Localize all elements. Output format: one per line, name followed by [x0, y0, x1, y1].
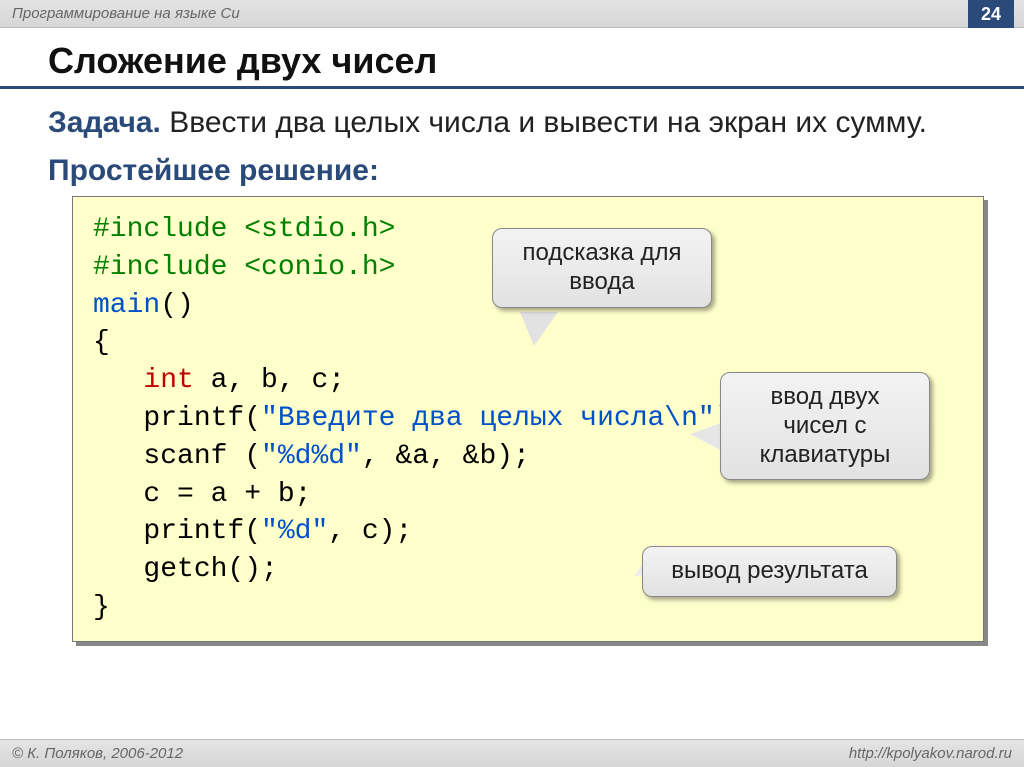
code-line-7a: scanf ( — [93, 441, 261, 472]
code-line-9b: "%d" — [261, 516, 328, 547]
title-underline — [0, 86, 1024, 89]
page-number: 24 — [968, 0, 1014, 28]
task-text: Задача. Ввести два целых числа и вывести… — [0, 103, 1024, 142]
code-line-5b: int — [143, 365, 193, 396]
slide-title: Сложение двух чисел — [0, 28, 1024, 86]
code-area: #include <stdio.h> #include <conio.h> ma… — [72, 196, 984, 642]
callout-input-two: ввод двух чисел с клавиатуры — [720, 372, 930, 480]
course-title: Программирование на языке Си — [12, 5, 240, 22]
code-line-6a: printf( — [93, 403, 261, 434]
code-line-1: #include <stdio.h> — [93, 214, 395, 245]
code-line-2: #include <conio.h> — [93, 252, 395, 283]
code-line-4: { — [93, 327, 110, 358]
footer-url: http://kpolyakov.narod.ru — [849, 745, 1012, 762]
code-line-7c: , &a, &b); — [362, 441, 530, 472]
code-line-3a: main — [93, 290, 160, 321]
code-line-5a — [93, 365, 143, 396]
code-line-8: c = a + b; — [93, 479, 311, 510]
code-line-9c: , c); — [328, 516, 412, 547]
code-line-10: getch(); — [93, 554, 278, 585]
code-line-6b: "Введите два целых числа\n" — [261, 403, 715, 434]
callout-2-tail-fill — [690, 422, 724, 452]
code-line-11: } — [93, 592, 110, 623]
callout-output: вывод результата — [642, 546, 897, 597]
callout-input-hint: подсказка для ввода — [492, 228, 712, 308]
solution-heading: Простейшее решение: — [0, 142, 1024, 196]
footer-copyright: © К. Поляков, 2006-2012 — [12, 745, 183, 762]
task-body: Ввести два целых числа и вывести на экра… — [161, 106, 927, 139]
slide: Программирование на языке Си 24 Сложение… — [0, 0, 1024, 767]
code-line-7b: "%d%d" — [261, 441, 362, 472]
task-label: Задача. — [48, 106, 161, 139]
callout-1-tail-fill — [520, 312, 558, 346]
code-line-5c: a, b, c; — [194, 365, 345, 396]
header-bar: Программирование на языке Си — [0, 0, 1024, 28]
footer-bar: © К. Поляков, 2006-2012 http://kpolyakov… — [0, 739, 1024, 767]
code-line-3b: () — [160, 290, 194, 321]
code-line-9a: printf( — [93, 516, 261, 547]
